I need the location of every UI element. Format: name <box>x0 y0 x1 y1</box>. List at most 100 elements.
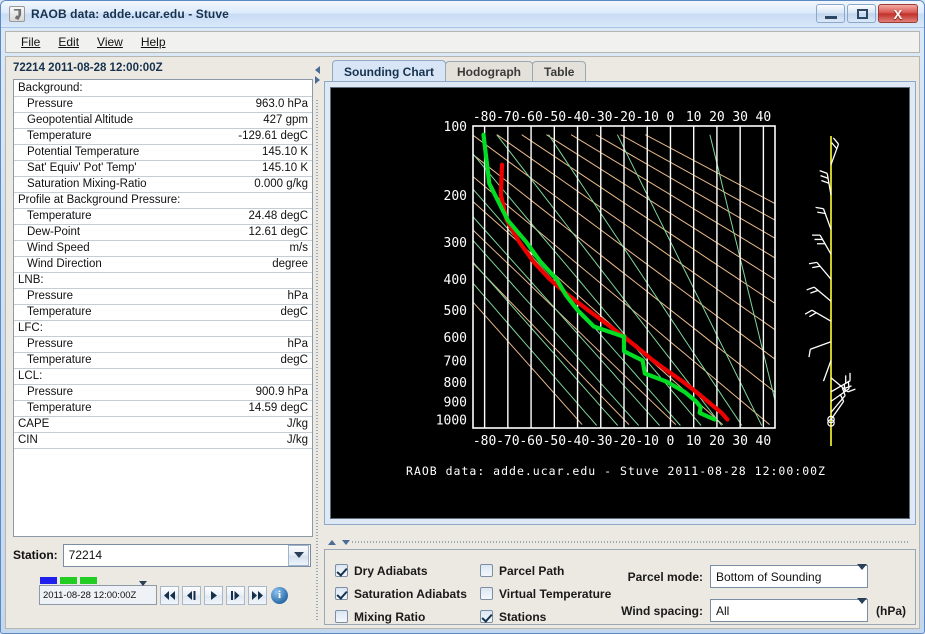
chevron-down-icon[interactable] <box>342 540 351 545</box>
table-row[interactable]: Dew-Point 12.61 degC <box>14 224 312 241</box>
menu-file[interactable]: File <box>12 33 49 51</box>
checkbox-row-virtual-temperature[interactable]: Virtual Temperature <box>480 582 611 605</box>
table-row[interactable]: Sat' Equiv' Pot' Temp' 145.10 K <box>14 160 312 177</box>
property-value: -129.61 degC <box>218 128 312 145</box>
property-label: LFC: <box>14 320 219 337</box>
play-button[interactable] <box>204 585 223 605</box>
table-row[interactable]: Temperature degC <box>14 304 312 321</box>
table-row[interactable]: LNB: <box>14 272 312 289</box>
table-row[interactable]: LCL: <box>14 368 312 385</box>
y-tick-label: 900 <box>444 395 467 410</box>
parcel-mode-combobox[interactable]: Bottom of Sounding <box>710 563 868 588</box>
dry-adiabats-checkbox[interactable] <box>335 564 348 577</box>
x-tick-label-top: -60 <box>519 110 542 125</box>
menu-view[interactable]: View <box>88 33 132 51</box>
table-row[interactable]: Background: <box>14 80 312 97</box>
x-tick-label-bottom: -50 <box>543 434 566 449</box>
time-dropdown-button[interactable] <box>139 581 156 604</box>
x-tick-label-bottom: -40 <box>566 434 589 449</box>
table-row[interactable]: CIN J/kg <box>14 432 312 449</box>
property-label: Potential Temperature <box>14 144 219 161</box>
vertical-split-divider[interactable] <box>313 60 322 625</box>
maximize-button[interactable] <box>847 4 876 23</box>
mixing-ratio-checkbox[interactable] <box>335 610 348 623</box>
property-label: Temperature <box>14 208 219 225</box>
table-row[interactable]: Temperature -129.61 degC <box>14 128 312 145</box>
y-tick-label: 300 <box>444 236 467 251</box>
x-tick-label-bottom: 40 <box>756 434 772 449</box>
stations-checkbox[interactable] <box>480 610 493 623</box>
table-row[interactable]: Geopotential Altitude 427 gpm <box>14 112 312 129</box>
table-row[interactable]: Temperature 24.48 degC <box>14 208 312 225</box>
table-row[interactable]: Wind Direction degree <box>14 256 312 273</box>
table-row[interactable]: CAPE J/kg <box>14 416 312 433</box>
table-row[interactable]: Temperature 14.59 degC <box>14 400 312 417</box>
table-row[interactable]: LFC: <box>14 320 312 337</box>
checkbox-row-mixing-ratio[interactable]: Mixing Ratio <box>335 605 467 628</box>
parcel-mode-dropdown-button[interactable] <box>857 563 867 584</box>
y-tick-label: 100 <box>444 120 467 135</box>
table-row[interactable]: Profile at Background Pressure: <box>14 192 312 209</box>
table-row[interactable]: Pressure 963.0 hPa <box>14 96 312 113</box>
menu-help[interactable]: Help <box>132 33 175 51</box>
table-row[interactable]: Saturation Mixing-Ratio 0.000 g/kg <box>14 176 312 193</box>
checkbox-row-stations[interactable]: Stations <box>480 605 611 628</box>
tab-hodograph[interactable]: Hodograph <box>445 61 533 82</box>
property-label: Pressure <box>14 384 219 401</box>
info-button[interactable]: i <box>270 586 289 605</box>
property-label: Temperature <box>14 352 219 369</box>
properties-table-container[interactable]: Background: Pressure 963.0 hPa Geopotential… <box>13 79 313 537</box>
time-combobox[interactable]: 2011-08-28 12:00:00Z <box>39 581 157 605</box>
property-value: hPa <box>218 288 312 305</box>
y-tick-label: 700 <box>444 354 467 369</box>
virtual-temperature-checkbox[interactable] <box>480 587 493 600</box>
station-value: 72214 <box>68 548 103 562</box>
parcel-path-checkbox[interactable] <box>480 564 493 577</box>
x-tick-label-bottom: -30 <box>589 434 612 449</box>
station-combobox[interactable]: 72214 <box>62 543 311 567</box>
table-row[interactable]: Potential Temperature 145.10 K <box>14 144 312 161</box>
property-label: Temperature <box>14 304 219 321</box>
chevron-right-icon[interactable] <box>315 76 320 84</box>
last-button[interactable] <box>248 585 267 605</box>
tab-sounding-chart[interactable]: Sounding Chart <box>332 60 446 82</box>
divider-collapse-arrows[interactable] <box>313 64 322 96</box>
table-row[interactable]: Pressure 900.9 hPa <box>14 384 312 401</box>
checkbox-row-saturation-adiabats[interactable]: Saturation Adiabats <box>335 582 467 605</box>
property-value <box>218 192 312 209</box>
chevron-left-icon[interactable] <box>315 66 320 74</box>
property-value <box>218 80 312 97</box>
station-label: Station: <box>13 548 58 562</box>
step-forward-button[interactable] <box>226 585 245 605</box>
tab-hodograph-label: Hodograph <box>457 65 521 79</box>
table-row[interactable]: Pressure hPa <box>14 288 312 305</box>
table-row[interactable]: Wind Speed m/s <box>14 240 312 257</box>
y-tick-label: 600 <box>444 331 467 346</box>
menu-edit[interactable]: Edit <box>49 33 88 51</box>
x-tick-label-top: -20 <box>612 110 635 125</box>
checkbox-row-dry-adiabats[interactable]: Dry Adiabats <box>335 559 467 582</box>
play-icon <box>211 590 217 600</box>
minimize-button[interactable] <box>816 4 845 23</box>
tab-table[interactable]: Table <box>532 61 587 82</box>
station-dropdown-button[interactable] <box>288 544 309 566</box>
table-row[interactable]: Temperature degC <box>14 352 312 369</box>
saturation-adiabats-checkbox[interactable] <box>335 587 348 600</box>
step-back-button[interactable] <box>182 585 201 605</box>
step-back-icon <box>187 590 196 600</box>
chip-0 <box>40 577 57 584</box>
chevron-up-icon[interactable] <box>327 540 336 545</box>
x-tick-label-top: -40 <box>566 110 589 125</box>
first-button[interactable] <box>160 585 179 605</box>
menu-bar: File Edit View Help <box>5 31 920 53</box>
chevron-down-icon <box>293 552 304 558</box>
table-row[interactable]: Pressure hPa <box>14 336 312 353</box>
wind-spacing-combobox[interactable]: All <box>710 597 868 622</box>
wind-spacing-dropdown-button[interactable] <box>857 597 867 618</box>
x-tick-label-top: -10 <box>635 110 658 125</box>
close-button[interactable]: X <box>878 4 918 23</box>
checkbox-row-parcel-path[interactable]: Parcel Path <box>480 559 611 582</box>
horizontal-split-divider[interactable] <box>324 537 916 547</box>
hdivider-collapse-arrows[interactable] <box>326 538 352 546</box>
sounding-chart-canvas[interactable]: -80 -80 -70 -70 -60 -60 -50 -50 -40 -40 -30 -30 -20-… <box>330 87 910 519</box>
